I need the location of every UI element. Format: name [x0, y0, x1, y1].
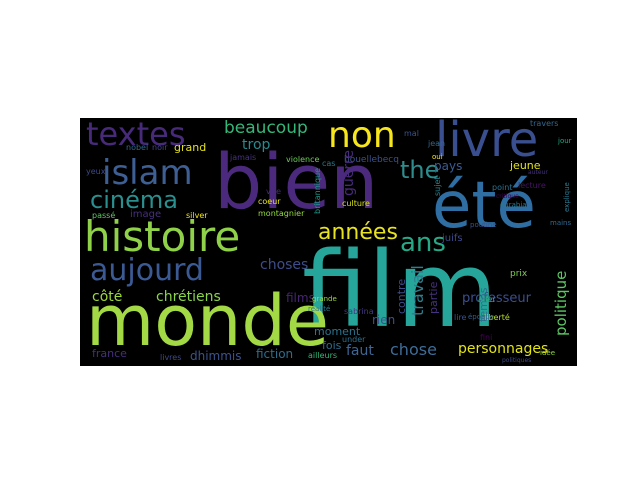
- word-passe: passé: [92, 211, 116, 220]
- word-chose: chose: [390, 340, 437, 359]
- word-point: point: [492, 183, 513, 192]
- word-silver: silver: [186, 211, 208, 220]
- word-auteur: auteur: [528, 169, 548, 176]
- word-noir: noir: [152, 143, 168, 152]
- word-yeux: yeux: [86, 167, 106, 176]
- word-prix: prix: [510, 269, 528, 279]
- word-politique: politique: [552, 270, 570, 336]
- word-fini: fini: [480, 333, 493, 342]
- word-ailleurs: ailleurs: [308, 351, 338, 360]
- word-nobel: nobel: [126, 143, 149, 152]
- word-sabrina: sabrina: [344, 307, 374, 316]
- word-britannique: britannique: [313, 167, 322, 214]
- word-choses: choses: [260, 257, 309, 273]
- word-mal: mal: [404, 129, 419, 138]
- word-grande: grande: [312, 295, 337, 303]
- word-travail: travail: [408, 265, 427, 316]
- word-partie: partie: [427, 281, 440, 314]
- word-cas: cas: [322, 159, 336, 168]
- word-juifs: juifs: [442, 233, 463, 244]
- word-oui: oui: [432, 153, 443, 161]
- word-travers: travers: [530, 119, 559, 128]
- word-sujet: sujet: [433, 176, 442, 196]
- word-livres: livres: [160, 353, 182, 362]
- word-cote: côté: [92, 289, 123, 305]
- word-films: films: [286, 291, 315, 305]
- word-coeur: coeur: [258, 197, 281, 206]
- word-politiques: politiques: [502, 357, 532, 364]
- word-non: non: [328, 118, 396, 156]
- word-fiction: fiction: [256, 347, 294, 361]
- word-pays: pays: [434, 159, 463, 173]
- word-trop: trop: [242, 137, 271, 153]
- word-lire: lire: [454, 313, 467, 322]
- word-mains: mains: [550, 219, 572, 227]
- word-beaucoup: beaucoup: [224, 118, 308, 138]
- word-histoire: histoire: [84, 212, 241, 261]
- word-culture: culture: [342, 199, 370, 208]
- word-explique: explique: [563, 182, 571, 212]
- word-dhimmis: dhimmis: [190, 349, 242, 363]
- word-cloud-layer: film monde bien été histoire livre non t…: [80, 118, 577, 366]
- word-realite: réalité: [308, 305, 331, 313]
- word-jour: jour: [558, 137, 572, 145]
- word-idee: idée: [540, 349, 556, 357]
- word-jean: jean: [428, 139, 446, 148]
- word-epoque: époque: [468, 313, 495, 321]
- word-critique: critique: [496, 193, 519, 200]
- word-fois: fois: [322, 339, 342, 352]
- word-annees: années: [318, 220, 398, 245]
- word-vite: vite: [266, 187, 282, 196]
- word-aujourd: aujourd: [90, 253, 204, 288]
- word-eurabia: eurabia: [500, 201, 527, 209]
- word-personnages: personnages: [458, 341, 549, 357]
- word-chretiens: chrétiens: [156, 289, 221, 305]
- word-under: under: [342, 335, 366, 344]
- word-faut: faut: [346, 343, 374, 359]
- word-professeur: professeur: [462, 291, 531, 306]
- word-islam: islam: [102, 153, 193, 193]
- word-houellebecq: houellebecq: [344, 155, 399, 165]
- word-lecture: lecture: [518, 181, 546, 190]
- word-jamais: jamais: [230, 153, 257, 162]
- word-image: image: [130, 209, 162, 220]
- word-poutine: poutine: [470, 221, 497, 229]
- word-grand: grand: [174, 141, 207, 154]
- word-aller: aller: [478, 295, 496, 304]
- word-livre: livre: [435, 118, 539, 168]
- word-france: france: [92, 347, 127, 360]
- word-violence: violence: [286, 155, 320, 164]
- word-contre: contre: [395, 278, 408, 314]
- word-ans: ans: [400, 228, 446, 258]
- word-montagnier: montagnier: [258, 209, 305, 218]
- word-rien: rien: [372, 313, 396, 327]
